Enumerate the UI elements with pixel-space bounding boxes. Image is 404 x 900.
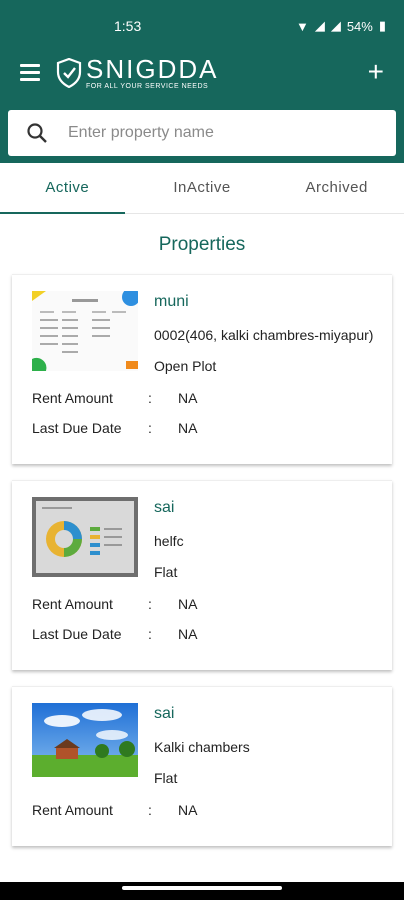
- home-indicator[interactable]: [122, 886, 282, 890]
- property-thumbnail: [32, 497, 138, 577]
- page-title: Properties: [158, 234, 246, 255]
- rent-amount-value: NA: [178, 390, 198, 406]
- rent-amount-value: NA: [178, 596, 198, 612]
- rent-amount-value: NA: [178, 802, 198, 818]
- property-name: sai: [154, 499, 175, 516]
- last-due-date-value: NA: [178, 420, 198, 436]
- rent-amount-label: Rent Amount: [32, 596, 113, 612]
- brand-logo: SNIGDDA FOR ALL YOUR SERVICE NEEDS: [56, 56, 218, 90]
- signal-icon: ◢: [314, 18, 325, 33]
- battery-level: 54%: [346, 18, 373, 34]
- separator: :: [148, 420, 152, 436]
- separator: :: [148, 626, 152, 642]
- status-time: 1:53: [114, 18, 142, 34]
- property-thumbnail: [32, 703, 138, 783]
- status-bar: 1:53 ▼ ◢ ◢ 54% ▮: [0, 0, 404, 44]
- separator: :: [148, 802, 152, 818]
- toolbar: SNIGDDA FOR ALL YOUR SERVICE NEEDS +: [0, 52, 404, 96]
- search-input[interactable]: [66, 123, 340, 143]
- property-type: Flat: [154, 770, 178, 786]
- rent-amount-row: Rent Amount : NA: [32, 802, 392, 818]
- property-name: sai: [154, 705, 175, 722]
- rent-amount-label: Rent Amount: [32, 802, 113, 818]
- status-icons: ▼ ◢ ◢ 54% ▮: [296, 18, 386, 34]
- tab-inactive[interactable]: InActive: [135, 163, 270, 213]
- property-card[interactable]: sai helfc Flat Rent Amount : NA Last Due…: [12, 480, 392, 670]
- last-due-date-row: Last Due Date : NA: [32, 420, 392, 436]
- add-property-button[interactable]: +: [368, 58, 384, 86]
- last-due-date-label: Last Due Date: [32, 420, 122, 436]
- navigation-bar: [0, 882, 404, 900]
- tab-bar: Active InActive Archived: [0, 163, 404, 214]
- property-address: helfc: [154, 533, 184, 549]
- tab-active[interactable]: Active: [0, 163, 135, 213]
- shield-check-icon: [56, 58, 82, 88]
- brand-tagline: FOR ALL YOUR SERVICE NEEDS: [86, 83, 209, 90]
- last-due-date-value: NA: [178, 626, 198, 642]
- property-type: Flat: [154, 564, 178, 580]
- signal-icon-2: ◢: [330, 18, 341, 33]
- separator: :: [148, 596, 152, 612]
- property-type: Open Plot: [154, 358, 217, 374]
- separator: :: [148, 390, 152, 406]
- wifi-icon: ▼: [295, 18, 309, 34]
- search-bar: [8, 110, 396, 156]
- property-name: muni: [154, 293, 189, 310]
- rent-amount-row: Rent Amount : NA: [32, 390, 392, 406]
- menu-icon[interactable]: [20, 64, 40, 81]
- app-bar: 1:53 ▼ ◢ ◢ 54% ▮ SNIGDDA FOR ALL YOUR SE…: [0, 0, 404, 163]
- brand-name: SNIGDDA: [86, 54, 219, 84]
- tab-indicator: [0, 212, 125, 214]
- rent-amount-row: Rent Amount : NA: [32, 596, 392, 612]
- property-thumbnail: [32, 291, 138, 371]
- property-address: Kalki chambers: [154, 739, 250, 755]
- tab-archived[interactable]: Archived: [269, 163, 404, 213]
- search-icon: [27, 123, 47, 143]
- last-due-date-row: Last Due Date : NA: [32, 626, 392, 642]
- property-card[interactable]: muni 0002(406, kalki chambres-miyapur) O…: [12, 274, 392, 464]
- battery-icon: ▮: [378, 18, 386, 33]
- rent-amount-label: Rent Amount: [32, 390, 113, 406]
- property-card[interactable]: sai Kalki chambers Flat Rent Amount : NA: [12, 686, 392, 846]
- last-due-date-label: Last Due Date: [32, 626, 122, 642]
- property-address: 0002(406, kalki chambres-miyapur): [154, 327, 374, 343]
